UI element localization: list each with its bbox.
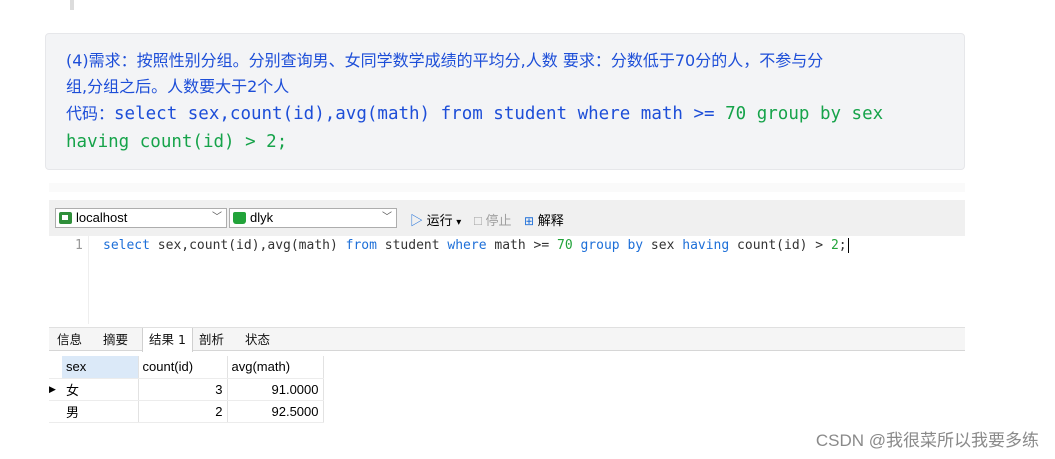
run-dropdown-icon[interactable]: ▾	[456, 217, 461, 228]
sql-keyword: where	[447, 238, 487, 253]
stop-button[interactable]: □ 停止	[474, 210, 512, 229]
cell-sex[interactable]: 女	[62, 378, 139, 401]
table-header-row: sex count(id) avg(math)	[49, 356, 324, 379]
database-icon	[233, 212, 246, 224]
chevron-down-icon: ﹀	[212, 212, 222, 223]
column-header-avg[interactable]: avg(math)	[227, 356, 324, 379]
tab-profile[interactable]: 剖析	[193, 328, 230, 351]
explain-button[interactable]: ⊞ 解释	[524, 210, 564, 229]
sql-keyword: group by	[580, 238, 644, 253]
code-line-1: 代码：select sex,count(id),avg(math) from s…	[66, 100, 964, 128]
connection-value: localhost	[76, 210, 128, 225]
column-header-sex[interactable]: sex	[62, 356, 139, 379]
cell-sex[interactable]: 男	[62, 400, 139, 423]
sql-number: 2	[830, 238, 839, 253]
sql-number: 70	[557, 238, 573, 253]
sql-keyword: select	[103, 238, 150, 253]
stop-icon: □	[474, 213, 482, 228]
sql-text-fragment: sex	[643, 238, 683, 253]
row-selector-header	[49, 356, 62, 379]
sql-text-fragment: ;	[838, 238, 847, 253]
text-caret	[847, 238, 849, 253]
current-row-pointer-icon: ▶	[49, 378, 62, 401]
column-header-count[interactable]: count(id)	[138, 356, 228, 379]
code-line-2: having count(id) > 2;	[66, 132, 288, 152]
sql-text-fragment: student	[376, 238, 448, 253]
sql-keyword: from	[345, 238, 377, 253]
watermark: CSDN @我很菜所以我要多练	[815, 431, 1039, 450]
sql-text[interactable]: select sex,count(id),avg(math) from stud…	[103, 238, 849, 253]
run-label: 运行	[426, 213, 453, 228]
tab-info[interactable]: 信息	[51, 328, 88, 351]
requirement-line-1: (4)需求：按照性别分组。分别查询男、女同学数学成绩的平均分,人数 要求：分数低…	[66, 51, 824, 70]
result-tabs: 信息 摘要 结果 1 剖析 状态	[49, 327, 965, 352]
cell-avg[interactable]: 92.5000	[227, 400, 324, 423]
sql-keyword: having	[682, 238, 730, 253]
result-table: sex count(id) avg(math) ▶ 女 3 91.0000 男 …	[49, 356, 324, 423]
cell-avg[interactable]: 91.0000	[227, 378, 324, 401]
tab-result-1[interactable]: 结果 1	[142, 328, 193, 352]
sql-editor[interactable]: 1 select sex,count(id),avg(math) from st…	[49, 236, 965, 324]
cell-count[interactable]: 3	[138, 378, 228, 401]
code-number: 70	[725, 104, 747, 124]
cell-count[interactable]: 2	[138, 400, 228, 423]
query-toolbar: localhost ﹀ dlyk ﹀ ▷ 运行 ▾ □ 停止 ⊞ 解释	[49, 200, 965, 236]
table-row[interactable]: ▶ 女 3 91.0000	[49, 378, 324, 401]
database-select[interactable]: dlyk ﹀	[229, 208, 397, 228]
connection-select[interactable]: localhost ﹀	[55, 208, 227, 228]
table-row[interactable]: 男 2 92.5000	[49, 400, 324, 423]
sql-text-fragment: count(id) >	[729, 238, 831, 253]
code-prefix: 代码：	[66, 104, 115, 123]
chevron-down-icon: ﹀	[382, 212, 392, 223]
line-number: 1	[75, 238, 83, 253]
tab-summary[interactable]: 摘要	[97, 328, 134, 351]
requirement-note: (4)需求：按照性别分组。分别查询男、女同学数学成绩的平均分,人数 要求：分数低…	[45, 33, 965, 170]
editor-gutter: 1	[49, 236, 89, 324]
requirement-line-2: 组,分组之后。人数要大于2个人	[66, 77, 290, 96]
row-selector	[49, 400, 62, 423]
explain-icon: ⊞	[524, 214, 535, 228]
top-divider	[70, 0, 74, 10]
database-value: dlyk	[250, 210, 274, 225]
sql-text-fragment: math >=	[486, 238, 557, 253]
sql-text-fragment: sex,count(id),avg(math)	[149, 238, 346, 253]
run-button[interactable]: ▷ 运行 ▾	[410, 210, 461, 229]
explain-label: 解释	[537, 213, 564, 228]
connection-icon	[59, 212, 72, 224]
play-icon: ▷	[410, 213, 424, 228]
code-part-1: select sex,count(id),avg(math) from stud…	[114, 104, 715, 124]
tab-status[interactable]: 状态	[239, 328, 276, 351]
code-part-2: group by sex	[756, 104, 884, 124]
stop-label: 停止	[485, 213, 512, 228]
